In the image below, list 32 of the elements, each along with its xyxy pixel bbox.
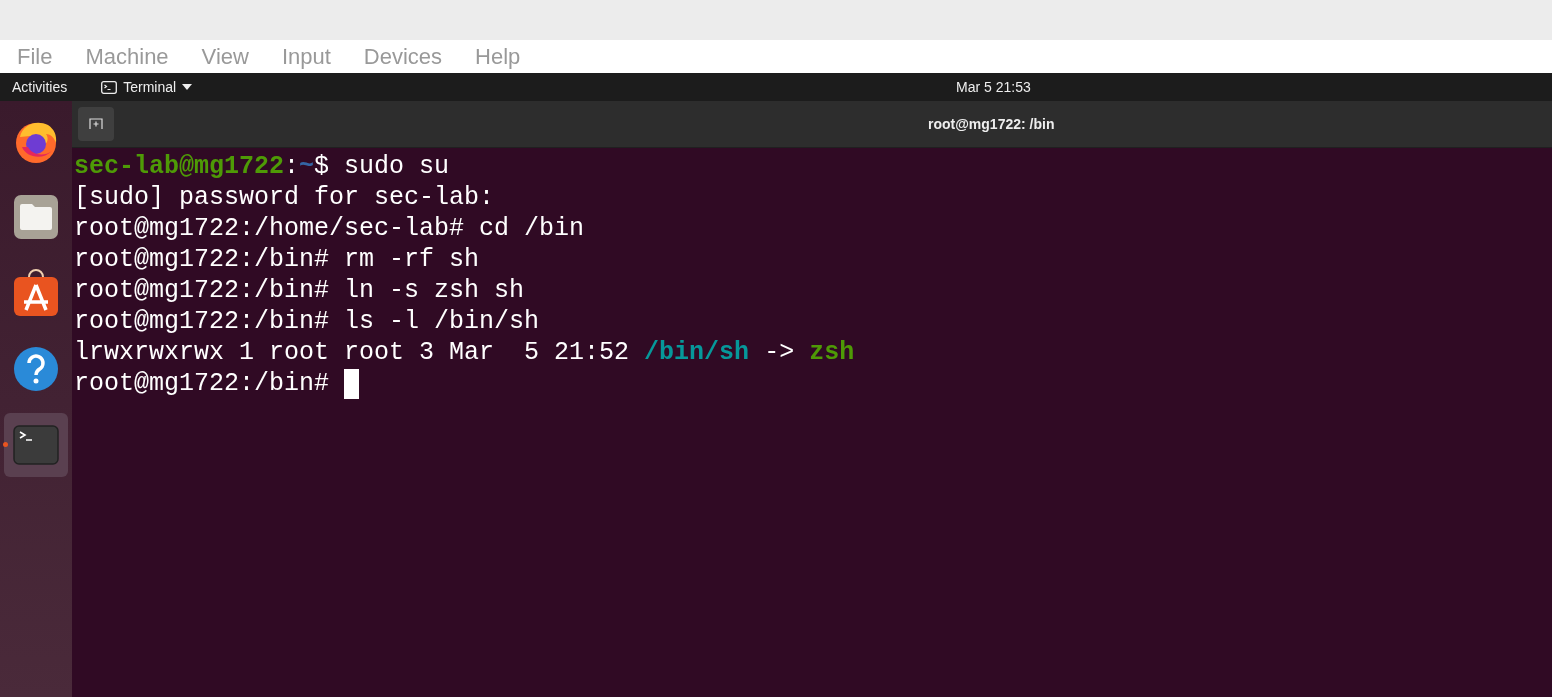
folder-icon [13,194,59,240]
new-tab-icon [89,118,103,130]
terminal-text: root@mg1722:/bin# rm -rf sh [74,244,480,275]
terminal-text: root@mg1722:/bin# [74,368,331,399]
menu-item[interactable]: File [17,40,53,73]
terminal-text: -> [763,337,796,368]
question-mark-icon [13,346,59,392]
activities-button[interactable]: Activities [12,76,68,98]
terminal-text: root@mg1722:/bin# ls -l /bin/sh [74,306,540,337]
terminal-text: root@mg1722:/bin# ln -s zsh sh [74,275,525,306]
terminal-text: root@mg1722:/home/sec-lab# cd /bin [74,213,585,244]
clock[interactable]: Mar 5 21:53 [956,76,1031,98]
terminal-text: [sudo] password for sec-lab: [74,182,495,213]
menu-item[interactable]: View [201,40,249,73]
menu-item[interactable]: Input [281,40,331,73]
app-menu[interactable]: Terminal [101,76,193,98]
new-tab-button[interactable] [78,107,114,141]
terminal-text: : [284,151,300,182]
terminal-text: zsh [809,337,855,368]
shopping-bag-icon [13,269,59,317]
window-title: root@mg1722: /bin [928,114,1055,134]
menu-item[interactable]: Help [475,40,521,73]
terminal-icon [13,425,59,465]
terminal-text: $ sudo su [314,151,450,182]
menu-item[interactable]: Devices [363,40,443,73]
terminal-icon [101,80,118,94]
terminal-text: /bin/sh [644,337,750,368]
terminal-text: sec-lab@mg1722 [74,151,285,182]
caret-icon [182,84,193,90]
menu-item[interactable]: Machine [85,40,169,73]
terminal-text: lrwxrwxrwx 1 root root 3 Mar 5 21:52 [74,337,631,368]
terminal-text: ~ [299,151,315,182]
